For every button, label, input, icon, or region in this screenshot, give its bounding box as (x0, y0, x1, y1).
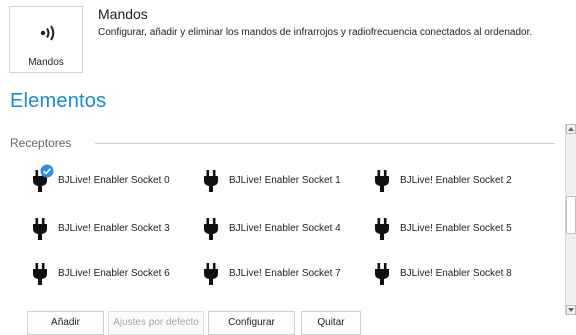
plug-icon (204, 263, 218, 285)
plug-icon (204, 218, 218, 240)
receiver-item[interactable]: BJLive! Enabler Socket 3 (32, 218, 192, 240)
receiver-item[interactable]: BJLive! Enabler Socket 0 (32, 164, 192, 192)
remove-button[interactable]: Quitar (301, 311, 361, 335)
defaults-button[interactable]: Ajustes por defecto (108, 311, 204, 335)
receiver-label: BJLive! Enabler Socket 5 (400, 223, 512, 234)
tile-label: Mandos (28, 57, 64, 68)
arrow-down-icon (568, 308, 574, 312)
scroll-up-button[interactable] (566, 124, 576, 134)
vertical-scrollbar[interactable] (565, 124, 576, 315)
page-title: Mandos (98, 6, 148, 22)
plug-icon (375, 263, 389, 285)
remote-signal-icon (40, 25, 55, 41)
page-description: Configurar, añadir y eliminar los mandos… (98, 27, 533, 38)
receiver-item[interactable]: BJLive! Enabler Socket 4 (203, 218, 363, 240)
receiver-item[interactable]: BJLive! Enabler Socket 6 (32, 263, 192, 285)
plug-icon (204, 170, 218, 192)
plug-icon (33, 263, 47, 285)
receiver-label: BJLive! Enabler Socket 7 (229, 268, 341, 279)
arrow-up-icon (568, 127, 574, 131)
receiver-label: BJLive! Enabler Socket 6 (58, 268, 170, 279)
receiver-label: BJLive! Enabler Socket 1 (229, 175, 341, 186)
receiver-item[interactable]: BJLive! Enabler Socket 5 (374, 218, 534, 240)
remotes-tile[interactable]: Mandos (9, 6, 83, 73)
configure-button[interactable]: Configurar (208, 311, 295, 335)
add-button[interactable]: Añadir (27, 311, 104, 335)
receiver-label: BJLive! Enabler Socket 8 (400, 268, 512, 279)
check-badge-icon (40, 164, 54, 178)
scroll-down-button[interactable] (566, 305, 576, 315)
receiver-label: BJLive! Enabler Socket 2 (400, 175, 512, 186)
receiver-item[interactable]: BJLive! Enabler Socket 7 (203, 263, 363, 285)
receiver-label: BJLive! Enabler Socket 4 (229, 223, 341, 234)
group-label: Receptores (10, 136, 72, 150)
receiver-label: BJLive! Enabler Socket 0 (58, 175, 170, 186)
plug-icon (375, 170, 389, 192)
receiver-item[interactable]: BJLive! Enabler Socket 2 (374, 170, 534, 192)
receiver-item[interactable]: BJLive! Enabler Socket 8 (374, 263, 534, 285)
group-divider (95, 143, 555, 144)
receiver-label: BJLive! Enabler Socket 3 (58, 223, 170, 234)
plug-icon (375, 218, 389, 240)
receiver-item[interactable]: BJLive! Enabler Socket 1 (203, 170, 363, 192)
plug-icon (33, 218, 47, 240)
scroll-thumb[interactable] (566, 196, 576, 234)
section-title: Elementos (10, 90, 107, 112)
